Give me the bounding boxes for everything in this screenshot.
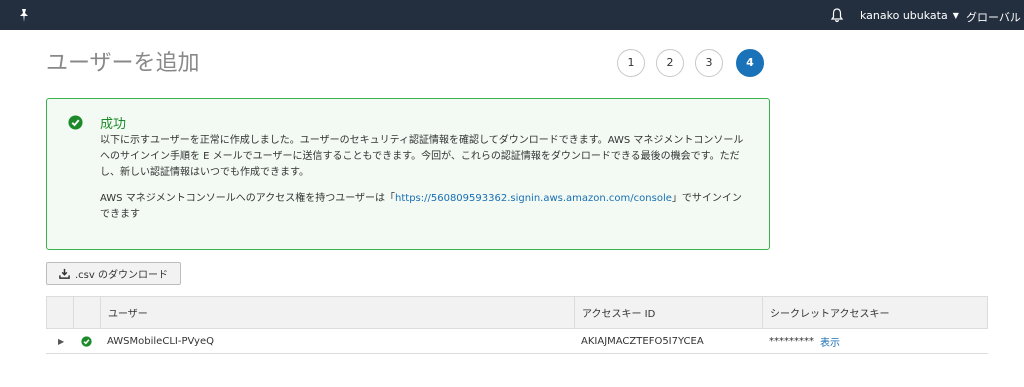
success-body: 以下に示すユーザーを正常に作成しました。ユーザーのセキュリティ認証情報を確認して…	[100, 133, 750, 223]
column-header-user[interactable]: ユーザー	[108, 297, 148, 328]
download-icon	[59, 268, 70, 279]
console-prefix: AWS マネジメントコンソールへのアクセス権を持つユーザーは「	[100, 193, 396, 204]
column-divider	[100, 297, 101, 329]
console-info: AWS マネジメントコンソールへのアクセス権を持つユーザーは「https://5…	[100, 191, 750, 223]
row-user-name: AWSMobileCLI-PVyeQ	[107, 336, 214, 347]
download-csv-label: .csv のダウンロード	[75, 270, 168, 281]
bell-icon[interactable]	[829, 7, 845, 23]
top-navigation-bar: kanako ubukata ▼ グローバル▼	[0, 0, 1024, 30]
row-status	[81, 330, 92, 353]
table-row: ▶ AWSMobileCLI-PVyeQ AKIAJMACZTEFO5I7YCE…	[46, 330, 988, 354]
region-menu[interactable]: グローバル▼	[966, 9, 1024, 25]
success-message: 以下に示すユーザーを正常に作成しました。ユーザーのセキュリティ認証情報を確認して…	[100, 135, 744, 178]
secret-mask: *********	[769, 336, 814, 347]
step-3[interactable]: 3	[695, 49, 723, 77]
user-menu[interactable]: kanako ubukata ▼	[860, 9, 959, 22]
chevron-down-icon: ▼	[952, 11, 959, 20]
column-header-secret-access-key[interactable]: シークレットアクセスキー	[770, 297, 890, 328]
pin-icon[interactable]	[16, 7, 32, 23]
row-secret-access-key: ********* 表示	[769, 330, 840, 353]
column-divider	[574, 297, 575, 329]
column-divider	[762, 297, 763, 329]
success-check-icon	[68, 115, 83, 130]
expand-row-icon[interactable]: ▶	[58, 330, 64, 353]
success-message-box: 成功 以下に示すユーザーを正常に作成しました。ユーザーのセキュリティ認証情報を確…	[46, 98, 770, 250]
step-1[interactable]: 1	[617, 49, 645, 77]
row-access-key-id: AKIAJMACZTEFO5I7YCEA	[581, 336, 704, 347]
step-4[interactable]: 4	[736, 49, 764, 77]
column-header-access-key-id[interactable]: アクセスキー ID	[582, 297, 655, 328]
show-secret-link[interactable]: 表示	[820, 334, 840, 349]
user-name: kanako ubukata	[860, 9, 948, 22]
success-check-icon	[81, 336, 92, 347]
success-title: 成功	[100, 117, 127, 132]
table-header: ユーザー アクセスキー ID シークレットアクセスキー	[46, 297, 988, 329]
region-name: グローバル	[966, 11, 1021, 24]
page-title: ユーザーを追加	[46, 51, 200, 76]
download-csv-button[interactable]: .csv のダウンロード	[46, 262, 181, 285]
console-url-link[interactable]: https://560809593362.signin.aws.amazon.c…	[395, 193, 672, 204]
credentials-table: ユーザー アクセスキー ID シークレットアクセスキー ▶ AWSMobileC…	[46, 296, 988, 354]
step-2[interactable]: 2	[656, 49, 684, 77]
column-divider	[73, 297, 74, 329]
